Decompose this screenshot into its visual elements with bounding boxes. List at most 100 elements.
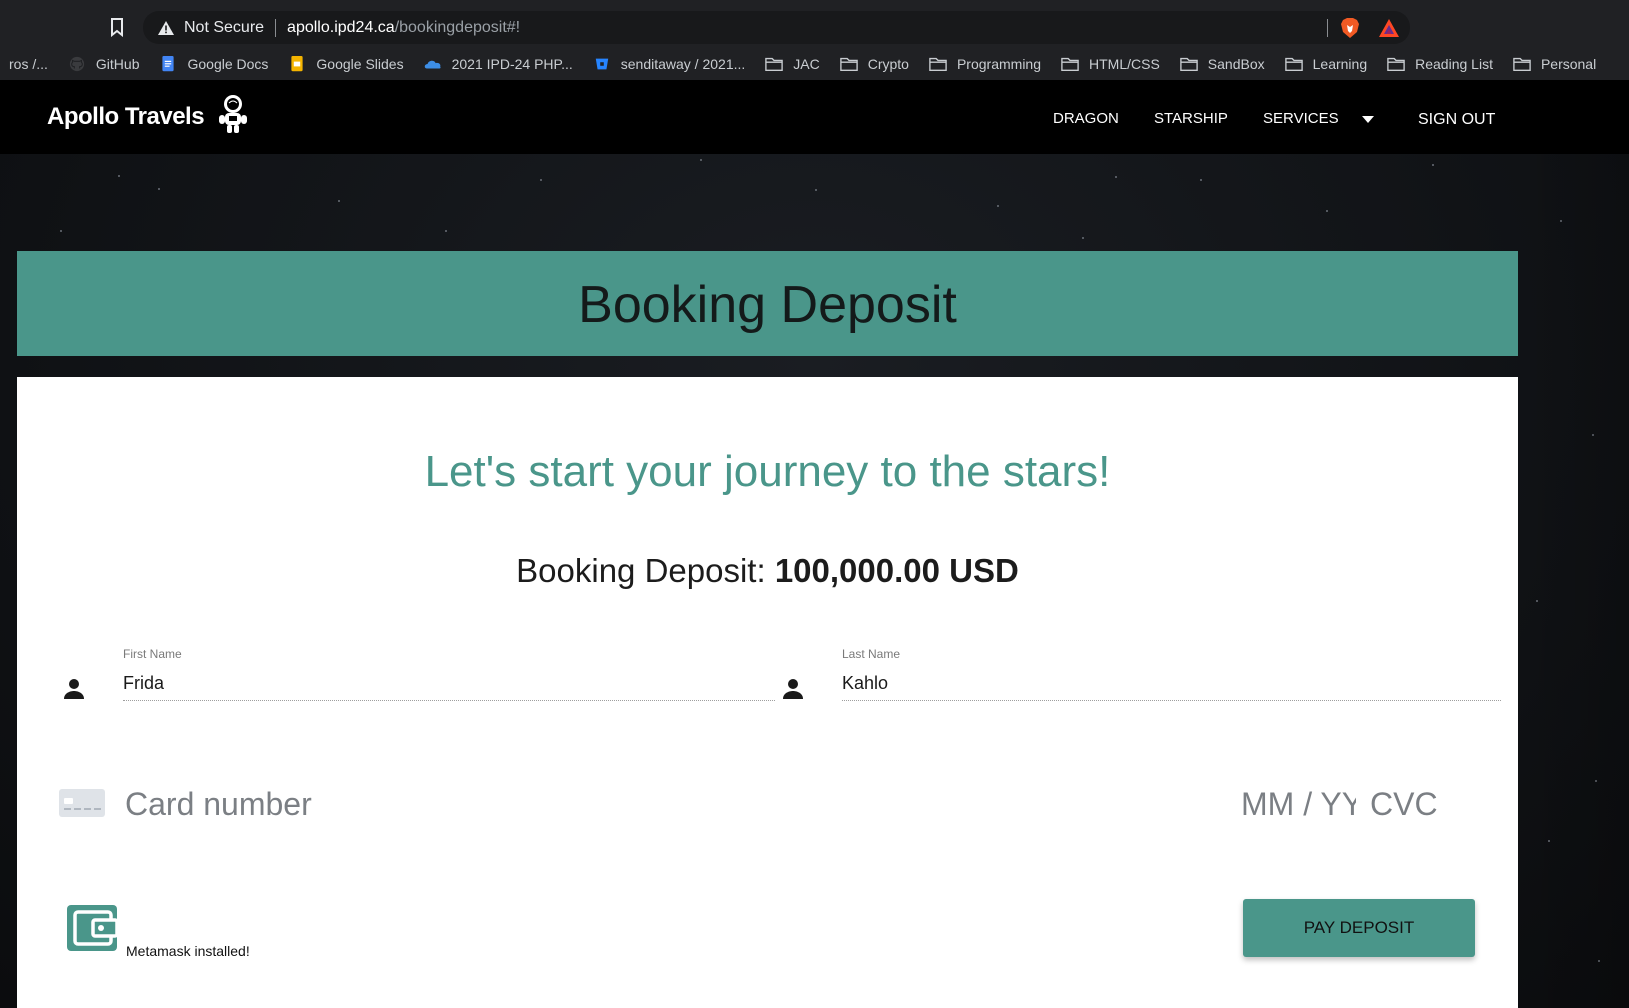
star [1115,176,1117,178]
deposit-label: Booking Deposit: [516,552,766,589]
bookmark-label: HTML/CSS [1089,55,1160,72]
booking-form-card: Let's start your journey to the stars! B… [17,377,1518,1008]
bat-rewards-icon[interactable] [1378,18,1400,38]
folder-icon [1387,57,1405,71]
first-name-label: First Name [123,647,182,661]
google-slides-icon [291,55,304,71]
folder-icon [1061,57,1079,71]
google-docs-icon [162,55,175,71]
star [700,159,702,161]
bookmark-label: Reading List [1415,55,1493,72]
bookmark-item-github[interactable]: GitHub [68,55,140,72]
bookmark-icon[interactable] [107,17,127,37]
first-name-input[interactable] [123,667,775,701]
bookmark-label: Personal [1540,55,1597,72]
browser-toolbar: Not Secure apollo.ipd24.ca/bookingdeposi… [0,0,1629,54]
bitbucket-icon [595,58,608,69]
deposit-amount: 100,000.00 USD [774,552,1019,589]
page-edge-shade [1520,154,1629,1008]
github-icon [69,56,85,71]
bookmark-folder-programming[interactable]: Programming [929,56,1041,72]
bookmark-item-onedrive[interactable]: 2021 IPD-24 PHP... [424,56,573,72]
brand-logo[interactable]: Apollo Travels [47,95,250,134]
page-viewport: Apollo Travels DRAGON STARSHIP SERVICES … [0,80,1629,1008]
credit-card-icon [59,789,105,817]
nav-dragon-link[interactable]: DRAGON [1053,110,1119,127]
star [1432,164,1434,166]
astronaut-icon [219,95,248,133]
sign-out-link[interactable]: SIGN OUT [1418,111,1495,129]
site-navbar: Apollo Travels DRAGON STARSHIP SERVICES … [0,80,1629,154]
bookmark-label: Crypto [867,55,909,72]
nav-starship-link[interactable]: STARSHIP [1154,110,1228,127]
bookmark-folder-personal[interactable]: Personal [1513,56,1596,72]
star [338,200,340,202]
caret-down-icon[interactable] [1362,116,1374,124]
page-title: Booking Deposit [578,275,957,334]
bookmark-folder-reading-list[interactable]: Reading List [1387,56,1493,72]
bookmark-label: JAC [793,55,820,72]
card-expiry-input[interactable] [1241,782,1356,826]
folder-icon [839,57,858,71]
bookmark-label: Programming [956,55,1041,72]
onedrive-icon [424,60,441,68]
star [118,175,120,177]
warning-icon [158,20,174,35]
person-icon [783,679,803,699]
bookmark-label: Learning [1312,55,1368,72]
bookmark-label: 2021 IPD-24 PHP... [451,55,573,72]
bookmark-label: Google Slides [316,55,404,72]
bookmark-label: GitHub [95,55,140,72]
bookmark-item-google-docs[interactable]: Google Docs [159,55,269,72]
star [1082,237,1084,239]
bookmark-folder-sandbox[interactable]: SandBox [1180,56,1265,72]
card-number-input[interactable] [125,782,1125,826]
star [815,189,817,191]
url-host: apollo.ipd24.ca [287,18,395,36]
address-divider [275,18,277,37]
folder-icon [765,57,784,71]
address-divider-right [1327,19,1328,37]
last-name-field: Last Name [781,647,1501,717]
star [1326,210,1328,212]
bookmark-folder-crypto[interactable]: Crypto [839,55,909,72]
bookmark-label: ros /... [9,55,48,72]
card-element [59,772,1495,832]
folder-icon [929,57,947,71]
star [540,179,542,181]
folder-icon [1513,57,1531,71]
brave-shield-icon[interactable] [1340,17,1360,39]
bookmark-item-google-slides[interactable]: Google Slides [288,55,404,72]
star [60,230,62,232]
person-icon [64,679,84,699]
star [997,205,999,207]
last-name-input[interactable] [842,667,1501,701]
bookmark-label: Google Docs [187,55,269,72]
page-title-banner: Booking Deposit [17,251,1518,356]
folder-icon [1284,57,1303,71]
security-label[interactable]: Not Secure [184,19,264,37]
card-cvc-input[interactable] [1370,782,1450,826]
first-name-field: First Name [62,647,775,717]
nav-services-link[interactable]: SERVICES [1263,110,1339,127]
pay-deposit-button[interactable]: PAY DEPOSIT [1243,899,1475,957]
deposit-summary: Booking Deposit: 100,000.00 USD [17,552,1518,590]
bookmark-folder-learning[interactable]: Learning [1284,55,1368,72]
tagline: Let's start your journey to the stars! [424,447,1111,496]
bookmark-folder-html-css[interactable]: HTML/CSS [1061,56,1160,72]
folder-icon [1180,57,1198,71]
bookmarks-bar: ros /... GitHub Google Docs Google Slide… [0,47,1629,80]
metamask-status: Metamask installed! [126,943,250,959]
bookmark-item-bitbucket[interactable]: senditaway / 2021... [593,55,746,72]
star [445,230,447,232]
bookmark-item-truncated[interactable]: ros /... [9,56,48,72]
last-name-label: Last Name [842,647,901,661]
url-path: /bookingdeposit#! [394,18,521,36]
wallet-icon [67,905,117,951]
star [158,188,160,190]
bookmark-label: senditaway / 2021... [620,55,746,72]
address-bar[interactable]: Not Secure apollo.ipd24.ca/bookingdeposi… [143,11,1410,44]
bookmark-folder-jac[interactable]: JAC [765,55,820,72]
bookmark-label: SandBox [1207,55,1265,72]
brand-name: Apollo Travels [47,103,205,130]
